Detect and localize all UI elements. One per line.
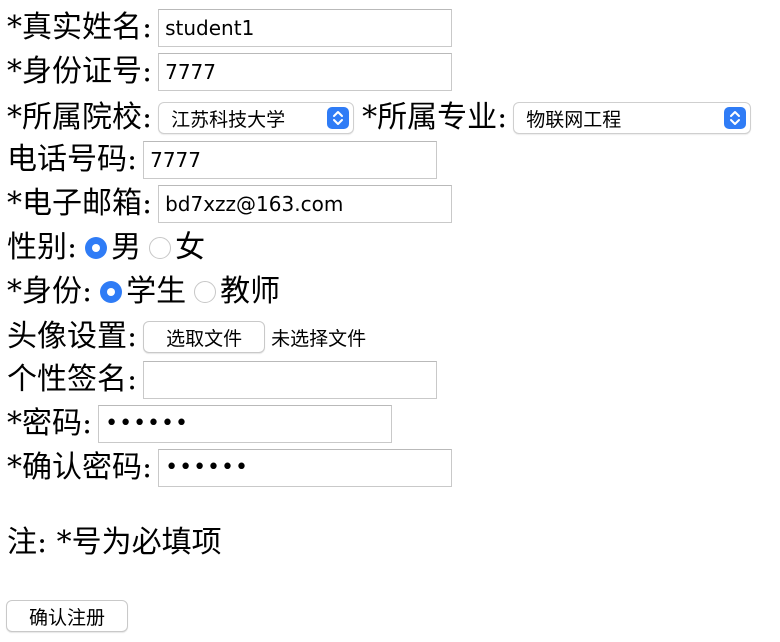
choose-file-button[interactable]: 选取文件 bbox=[143, 321, 266, 353]
password-input[interactable]: •••••• bbox=[98, 405, 393, 443]
identity-label: *身份: bbox=[7, 274, 93, 309]
signature-label: 个性签名: bbox=[7, 362, 138, 397]
identity-student-radio[interactable] bbox=[100, 281, 123, 303]
note-row: 注: *号为必填项 bbox=[7, 523, 222, 563]
avatar-row: 头像设置: 选取文件 未选择文件 bbox=[7, 317, 366, 357]
major-selected-value: 物联网工程 bbox=[526, 108, 622, 131]
gender-male-label: 男 bbox=[111, 230, 142, 265]
select-chevron-icon bbox=[327, 107, 350, 129]
college-major-row: *所属院校: 江苏科技大学 *所属专业: 物联网工程 bbox=[7, 98, 752, 138]
major-select[interactable]: 物联网工程 bbox=[513, 102, 752, 134]
real-name-label: *真实姓名: bbox=[7, 10, 153, 45]
password-row: *密码: •••••• bbox=[7, 404, 393, 444]
file-status-text: 未选择文件 bbox=[271, 327, 367, 350]
phone-input[interactable]: 7777 bbox=[143, 141, 438, 179]
id-number-input[interactable]: 7777 bbox=[158, 53, 453, 91]
college-label: *所属院校: bbox=[7, 100, 153, 135]
gender-label: 性别: bbox=[7, 230, 78, 265]
identity-student-label: 学生 bbox=[126, 274, 187, 309]
avatar-label: 头像设置: bbox=[7, 319, 138, 354]
gender-male-radio[interactable] bbox=[85, 237, 108, 259]
real-name-row: *真实姓名: student1 bbox=[7, 8, 453, 48]
email-label: *电子邮箱: bbox=[7, 186, 153, 221]
identity-teacher-label: 教师 bbox=[220, 274, 281, 309]
password-label: *密码: bbox=[7, 406, 93, 441]
email-input[interactable]: bd7xzz@163.com bbox=[158, 185, 453, 223]
confirm-password-input[interactable]: •••••• bbox=[158, 449, 453, 487]
id-number-label: *身份证号: bbox=[7, 54, 153, 89]
gender-row: 性别: 男 女 bbox=[7, 228, 211, 268]
signature-row: 个性签名: bbox=[7, 360, 438, 400]
confirm-password-label: *确认密码: bbox=[7, 450, 153, 485]
register-submit-button[interactable]: 确认注册 bbox=[6, 600, 128, 632]
phone-row: 电话号码: 7777 bbox=[7, 140, 438, 180]
required-note: 注: *号为必填项 bbox=[7, 525, 222, 560]
college-select[interactable]: 江苏科技大学 bbox=[158, 102, 355, 134]
id-number-row: *身份证号: 7777 bbox=[7, 52, 453, 92]
identity-row: *身份: 学生 教师 bbox=[7, 272, 286, 312]
submit-row: 确认注册 bbox=[6, 596, 128, 636]
email-row: *电子邮箱: bd7xzz@163.com bbox=[7, 184, 453, 224]
select-chevron-icon bbox=[724, 107, 747, 129]
phone-label: 电话号码: bbox=[7, 142, 138, 177]
gender-female-radio[interactable] bbox=[149, 237, 172, 259]
college-selected-value: 江苏科技大学 bbox=[171, 108, 286, 131]
real-name-input[interactable]: student1 bbox=[158, 9, 453, 47]
confirm-password-row: *确认密码: •••••• bbox=[7, 448, 453, 488]
major-label: *所属专业: bbox=[362, 100, 508, 135]
identity-teacher-radio[interactable] bbox=[194, 281, 217, 303]
gender-female-label: 女 bbox=[175, 230, 206, 265]
signature-input[interactable] bbox=[143, 361, 438, 399]
